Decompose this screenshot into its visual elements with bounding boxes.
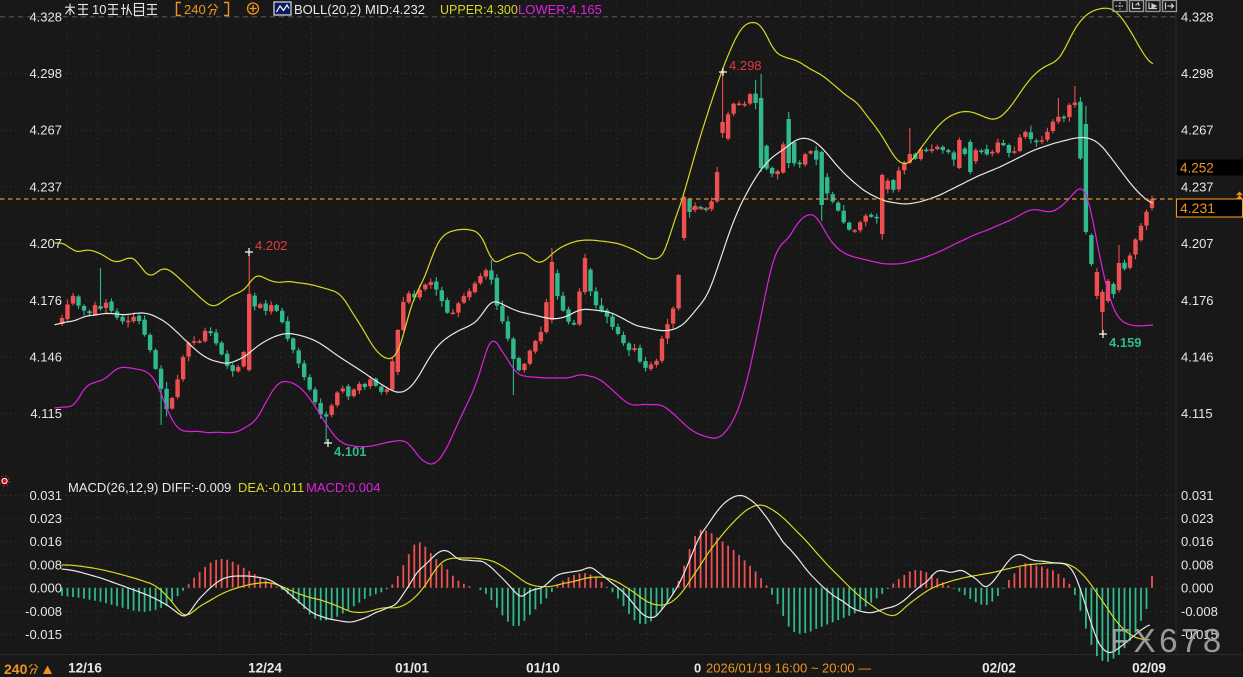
svg-text:10: 10	[92, 2, 106, 17]
svg-text:0.016: 0.016	[29, 534, 62, 549]
svg-text:MACD(26,12,9) DIFF:-0.009: MACD(26,12,9) DIFF:-0.009	[68, 480, 231, 495]
svg-text:4.231: 4.231	[1180, 200, 1215, 216]
svg-text:4.202: 4.202	[255, 238, 288, 253]
svg-text:01/01: 01/01	[395, 661, 429, 676]
svg-text:02/09: 02/09	[1132, 661, 1166, 676]
svg-text:0.008: 0.008	[1181, 557, 1214, 572]
svg-text:02/02: 02/02	[982, 661, 1016, 676]
svg-text:4.146: 4.146	[29, 350, 62, 365]
svg-text:240: 240	[4, 661, 28, 677]
svg-text:12/16: 12/16	[68, 661, 102, 676]
svg-text:4.237: 4.237	[1181, 179, 1214, 194]
svg-text:4.298: 4.298	[1181, 66, 1214, 81]
svg-text:0: 0	[694, 661, 701, 676]
svg-text:4.298: 4.298	[729, 58, 762, 73]
svg-text:4.298: 4.298	[29, 66, 62, 81]
svg-text:0.031: 0.031	[1181, 488, 1214, 503]
svg-text:4.101: 4.101	[334, 444, 367, 459]
svg-text:01/10: 01/10	[526, 661, 560, 676]
svg-text:4.146: 4.146	[1181, 350, 1214, 365]
svg-text:4.159: 4.159	[1109, 335, 1142, 350]
svg-text:4.267: 4.267	[29, 123, 62, 138]
svg-text:4.252: 4.252	[1180, 161, 1214, 176]
svg-text:DEA:-0.011: DEA:-0.011	[238, 480, 304, 495]
svg-text:MACD:0.004: MACD:0.004	[306, 480, 380, 495]
svg-text:0.031: 0.031	[29, 488, 62, 503]
svg-text:0.000: 0.000	[29, 580, 62, 595]
svg-text:4.115: 4.115	[30, 406, 62, 421]
svg-text:4.207: 4.207	[29, 236, 62, 251]
svg-text:4.176: 4.176	[29, 293, 62, 308]
svg-text:4.176: 4.176	[1181, 293, 1214, 308]
svg-text:BOLL(20,2): BOLL(20,2)	[294, 2, 361, 17]
svg-text:-0.015: -0.015	[25, 627, 62, 642]
svg-text:4.328: 4.328	[1181, 9, 1214, 24]
svg-text:LOWER:4.165: LOWER:4.165	[518, 2, 602, 17]
svg-text:-0.008: -0.008	[1181, 604, 1218, 619]
svg-text:UPPER:4.300: UPPER:4.300	[440, 3, 518, 17]
svg-text:0.023: 0.023	[29, 511, 62, 526]
svg-text:0.008: 0.008	[29, 557, 62, 572]
svg-text:0.016: 0.016	[1181, 534, 1214, 549]
svg-text:12/24: 12/24	[248, 661, 282, 676]
svg-text:2026/01/19 16:00 ~ 20:00 —: 2026/01/19 16:00 ~ 20:00 —	[706, 661, 871, 676]
svg-text:0.023: 0.023	[1181, 511, 1214, 526]
svg-text:4.207: 4.207	[1181, 236, 1214, 251]
svg-text:4.115: 4.115	[1181, 406, 1213, 421]
svg-text:240: 240	[184, 2, 206, 17]
svg-text:0.000: 0.000	[1181, 580, 1214, 595]
svg-text:MID:4.232: MID:4.232	[365, 2, 425, 17]
svg-text:4.267: 4.267	[1181, 123, 1214, 138]
svg-text:-0.008: -0.008	[25, 604, 62, 619]
svg-text:4.328: 4.328	[29, 9, 62, 24]
svg-text:4.237: 4.237	[29, 179, 62, 194]
svg-text:FX678: FX678	[1110, 622, 1225, 659]
